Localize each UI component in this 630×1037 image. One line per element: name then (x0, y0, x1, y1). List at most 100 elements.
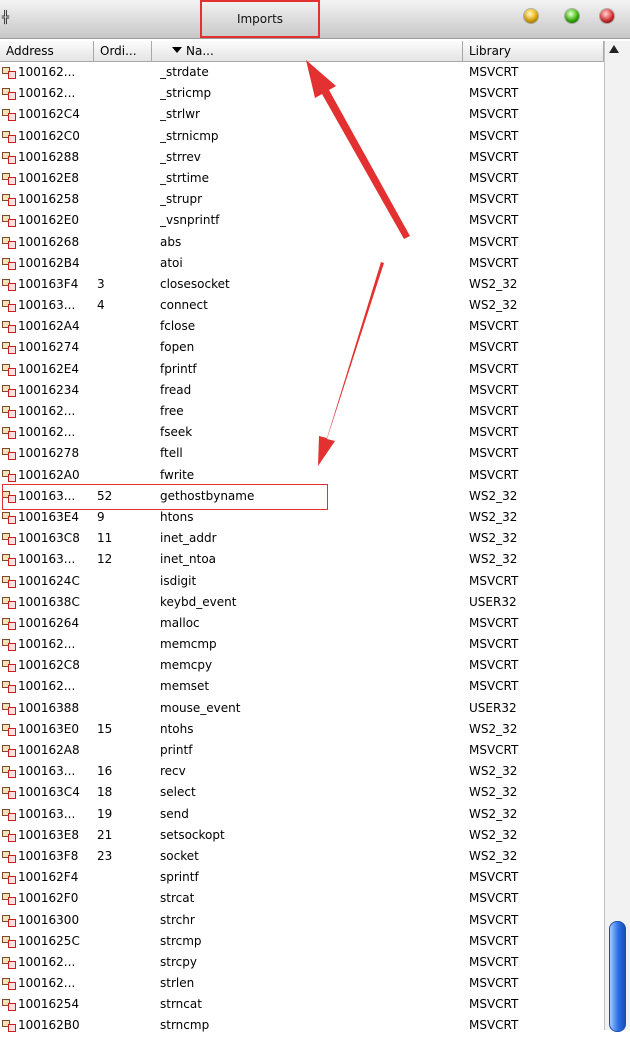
cell-library: MSVCRT (469, 997, 519, 1012)
table-row[interactable]: 100162F4 sprintf MSVCRT (0, 867, 604, 888)
table-row[interactable]: 100162E4 fprintf MSVCRT (0, 359, 604, 380)
table-row[interactable]: 100163... 4 connect WS2_32 (0, 295, 604, 316)
cell-library: MSVCRT (469, 128, 519, 143)
table-row[interactable]: 100163E4 9 htons WS2_32 (0, 507, 604, 528)
sort-descending-icon (172, 47, 182, 53)
cell-library: MSVCRT (469, 86, 519, 101)
cell-address: 100163... (18, 488, 76, 503)
table-row[interactable]: 100162A8 printf MSVCRT (0, 740, 604, 761)
table-row[interactable]: 100162C8 memcpy MSVCRT (0, 655, 604, 676)
cell-library: MSVCRT (469, 213, 519, 228)
cell-name: memset (160, 679, 210, 694)
close-button[interactable] (600, 9, 614, 23)
cell-ordinal: 21 (97, 827, 113, 842)
import-function-icon (2, 723, 16, 736)
table-row[interactable]: 1001638C keybd_event USER32 (0, 592, 604, 613)
table-row[interactable]: 10016254 strncat MSVCRT (0, 994, 604, 1015)
cell-name: fread (160, 382, 192, 397)
cell-address: 10016300 (18, 912, 80, 927)
table-row[interactable]: 100163C4 18 select WS2_32 (0, 782, 604, 803)
window-title: Imports (200, 0, 320, 38)
table-row[interactable]: 10016268 abs MSVCRT (0, 232, 604, 253)
table-row[interactable]: 100162... memcmp MSVCRT (0, 634, 604, 655)
cell-name: htons (160, 509, 194, 524)
table-row[interactable]: 100162... _strdate MSVCRT (0, 62, 604, 83)
table-row[interactable]: 100163... 52 gethostbyname WS2_32 (0, 486, 604, 507)
title-bar[interactable]: ╬ Imports (0, 0, 630, 39)
table-row[interactable]: 100162... fseek MSVCRT (0, 422, 604, 443)
cell-name: strchr (160, 912, 195, 927)
import-function-icon (2, 214, 16, 228)
table-row[interactable]: 100162E0 _vsnprintf MSVCRT (0, 210, 604, 231)
table-row[interactable]: 10016258 _strupr MSVCRT (0, 189, 604, 210)
table-row[interactable]: 10016388 mouse_event USER32 (0, 698, 604, 719)
column-header-ordinal[interactable]: Ordi... (94, 41, 152, 61)
table-row[interactable]: 100162... strlen MSVCRT (0, 973, 604, 994)
cell-ordinal: 52 (97, 488, 113, 503)
import-function-icon (2, 151, 16, 164)
cell-address: 100163... (18, 552, 76, 567)
table-row[interactable]: 10016278 ftell MSVCRT (0, 443, 604, 464)
cell-address: 100163E0 (18, 721, 80, 736)
table-row[interactable]: 100163... 16 recv WS2_32 (0, 761, 604, 782)
cell-library: WS2_32 (469, 785, 518, 800)
table-row[interactable]: 100163E0 15 ntohs WS2_32 (0, 719, 604, 740)
table-row[interactable]: 10016274 fopen MSVCRT (0, 337, 604, 358)
cell-library: WS2_32 (469, 848, 518, 863)
cell-name: setsockopt (160, 827, 225, 842)
cell-ordinal: 3 (97, 276, 105, 291)
table-row[interactable]: 100163... 19 send WS2_32 (0, 804, 604, 825)
import-function-icon (2, 511, 16, 524)
scroll-up-arrow-icon[interactable] (609, 45, 619, 53)
table-row[interactable]: 100162C0 _strnicmp MSVCRT (0, 126, 604, 147)
maximize-button[interactable] (565, 9, 579, 23)
cell-library: MSVCRT (469, 340, 519, 355)
table-row[interactable]: 100162... strcpy MSVCRT (0, 952, 604, 973)
minimize-button[interactable] (524, 9, 538, 23)
cell-name: _strdate (160, 65, 209, 79)
cell-address: 10016388 (18, 700, 80, 715)
import-function-icon (2, 638, 16, 652)
table-row[interactable]: 100163F8 23 socket WS2_32 (0, 846, 604, 867)
table-row[interactable]: 100162B4 atoi MSVCRT (0, 253, 604, 274)
table-row[interactable]: 10016288 _strrev MSVCRT (0, 147, 604, 168)
table-row[interactable]: 100162B0 strncmp MSVCRT (0, 1015, 604, 1036)
table-row[interactable]: 10016300 strchr MSVCRT (0, 910, 604, 931)
column-header-address[interactable]: Address (0, 41, 94, 61)
cell-address: 100163C8 (18, 531, 80, 546)
table-row[interactable]: 100162F0 strcat MSVCRT (0, 888, 604, 909)
vertical-scrollbar[interactable] (604, 41, 630, 1032)
table-row[interactable]: 100162C4 _strlwr MSVCRT (0, 104, 604, 125)
cell-address: 100163E4 (18, 509, 80, 524)
table-row[interactable]: 100162... memset MSVCRT (0, 676, 604, 697)
cell-name: closesocket (160, 276, 230, 291)
cell-address: 100162A4 (18, 319, 80, 334)
table-row[interactable]: 10016264 malloc MSVCRT (0, 613, 604, 634)
import-function-icon (2, 426, 16, 440)
cell-name: strcat (160, 891, 195, 906)
table-row[interactable]: 100163E8 21 setsockopt WS2_32 (0, 825, 604, 846)
cell-address: 100162... (18, 637, 76, 652)
import-function-icon (2, 808, 16, 821)
table-row[interactable]: 100162A4 fclose MSVCRT (0, 316, 604, 337)
table-row[interactable]: 100162... free MSVCRT (0, 401, 604, 422)
import-function-icon (2, 935, 16, 948)
column-header-library[interactable]: Library (463, 41, 604, 61)
import-function-icon (2, 829, 16, 842)
cell-library: USER32 (469, 700, 517, 715)
cell-name: _stricmp (160, 86, 212, 101)
table-row[interactable]: 10016234 fread MSVCRT (0, 380, 604, 401)
table-row[interactable]: 100163F4 3 closesocket WS2_32 (0, 274, 604, 295)
import-function-icon (2, 130, 16, 143)
table-row[interactable]: 1001624C isdigit MSVCRT (0, 571, 604, 592)
table-row[interactable]: 100162E8 _strtime MSVCRT (0, 168, 604, 189)
table-row[interactable]: 100163... 12 inet_ntoa WS2_32 (0, 549, 604, 570)
column-header-name[interactable]: Na... (152, 41, 463, 61)
table-row[interactable]: 100162A0 fwrite MSVCRT (0, 465, 604, 486)
scrollbar-thumb[interactable] (609, 921, 626, 1032)
table-row[interactable]: 1001625C strcmp MSVCRT (0, 931, 604, 952)
table-row[interactable]: 100163C8 11 inet_addr WS2_32 (0, 528, 604, 549)
table-row[interactable]: 100162... _stricmp MSVCRT (0, 83, 604, 104)
import-function-icon (2, 469, 16, 482)
cell-name: _strupr (160, 192, 203, 207)
